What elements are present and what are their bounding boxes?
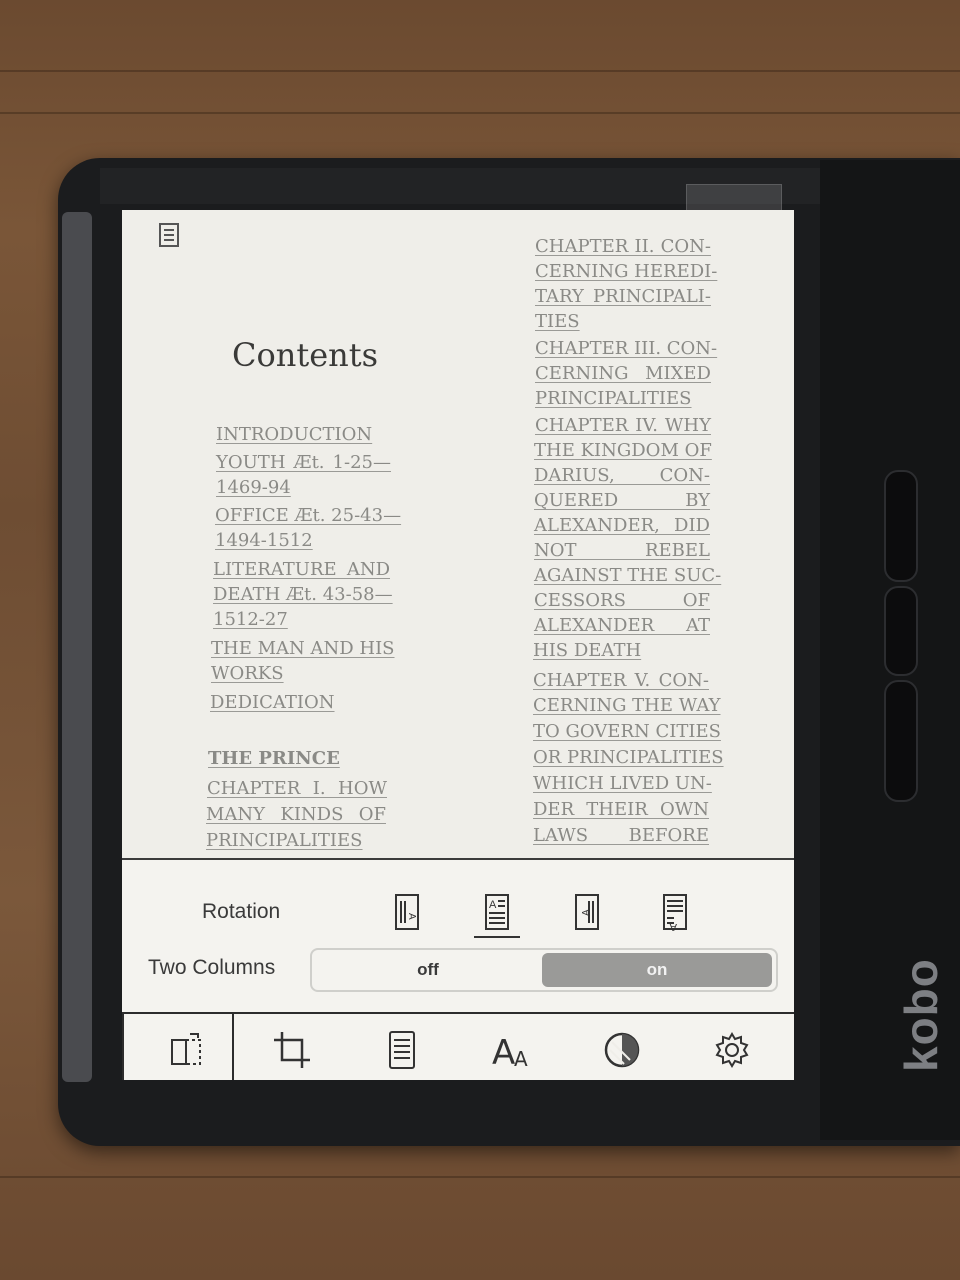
- toc-link[interactable]: CERNING HEREDI-: [535, 259, 717, 284]
- toc-link[interactable]: CESSORS OF: [534, 588, 710, 613]
- ereader-screen: Contents INTRODUCTION YOUTH Æt. 1-25— 1469…: [122, 210, 794, 1080]
- settings-gear-icon: [715, 1032, 749, 1068]
- svg-text:A: A: [581, 909, 592, 916]
- toc-link[interactable]: 1469-94: [216, 475, 291, 500]
- portrait-left-icon: A: [395, 894, 419, 930]
- toc-link[interactable]: HIS DEATH: [533, 638, 641, 663]
- page-title: Contents: [232, 336, 379, 374]
- toc-link[interactable]: TO GOVERN CITIES: [533, 719, 721, 744]
- contrast-icon: [604, 1032, 640, 1068]
- toc-link[interactable]: INTRODUCTION: [216, 422, 372, 447]
- table-of-contents-icon[interactable]: [158, 222, 180, 248]
- toc-link[interactable]: MANY KINDS OF: [206, 802, 386, 827]
- crop-icon: [274, 1032, 310, 1068]
- svg-text:A: A: [406, 913, 417, 920]
- toc-link[interactable]: TIES: [535, 309, 580, 334]
- rotation-label: Rotation: [202, 900, 281, 923]
- portrait-flipped-icon: A: [663, 894, 687, 931]
- cover-edge: [62, 212, 92, 1082]
- svg-text:A: A: [489, 899, 497, 911]
- tab-font[interactable]: A A: [482, 1022, 542, 1078]
- toc-link[interactable]: CHAPTER II. CON-: [535, 234, 711, 259]
- toc-link[interactable]: OFFICE Æt. 25-43—: [215, 503, 401, 528]
- page-back-button[interactable]: [884, 680, 918, 802]
- toc-link[interactable]: ALEXANDER AT: [534, 613, 710, 638]
- toc-link[interactable]: CHAPTER IV. WHY: [535, 413, 711, 438]
- two-columns-toggle[interactable]: off on: [310, 948, 778, 992]
- toc-link[interactable]: OR PRINCIPALITIES: [533, 745, 724, 770]
- toc-link[interactable]: CHAPTER III. CON-: [535, 336, 717, 361]
- portrait-right-icon: A: [575, 894, 599, 930]
- kobo-logo: kobo: [895, 958, 947, 1072]
- rotation-option-1[interactable]: A: [384, 888, 430, 936]
- toc-link[interactable]: CHAPTER I. HOW: [207, 776, 387, 801]
- rotation-option-3[interactable]: A: [564, 888, 610, 936]
- rotation-option-4[interactable]: A: [652, 888, 698, 936]
- svg-text:A: A: [514, 1047, 528, 1070]
- toc-link[interactable]: DARIUS, CON-: [534, 463, 710, 488]
- toggle-off-option[interactable]: off: [312, 950, 544, 990]
- toc-link[interactable]: PRINCIPALITIES: [535, 386, 692, 411]
- toc-link[interactable]: THE KINGDOM OF: [534, 438, 712, 463]
- screen-protector-tape: [686, 184, 782, 212]
- orientation-icon: [171, 1033, 201, 1065]
- toc-link[interactable]: LAWS BEFORE: [533, 823, 709, 848]
- two-columns-label: Two Columns: [148, 956, 276, 979]
- toc-link[interactable]: CHAPTER V. CON-: [533, 668, 709, 693]
- toc-link[interactable]: LITERATURE AND: [213, 557, 390, 582]
- toc-link[interactable]: THE MAN AND HIS: [211, 636, 395, 661]
- toc-link[interactable]: DEDICATION: [210, 690, 335, 715]
- settings-tab-bar: A A: [122, 1012, 794, 1080]
- toc-link[interactable]: CERNING THE WAY: [533, 693, 721, 718]
- portrait-icon: A: [485, 894, 509, 930]
- toc-link[interactable]: WORKS: [211, 661, 284, 686]
- tab-settings[interactable]: [702, 1022, 762, 1078]
- tab-contrast[interactable]: [592, 1022, 652, 1078]
- toc-link[interactable]: DER THEIR OWN: [533, 797, 709, 822]
- toc-link[interactable]: THE PRINCE: [208, 746, 340, 771]
- svg-text:A: A: [669, 921, 677, 931]
- toc-link[interactable]: 1512-27: [213, 607, 288, 632]
- tab-page-layout[interactable]: [372, 1022, 432, 1078]
- toc-link[interactable]: AGAINST THE SUC-: [534, 563, 721, 588]
- toc-link[interactable]: ALEXANDER, DID: [534, 513, 710, 538]
- toc-link[interactable]: CERNING MIXED: [535, 361, 711, 386]
- page-layout-icon: [389, 1031, 415, 1069]
- toc-link[interactable]: WHICH LIVED UN-: [533, 771, 712, 796]
- hardware-button-middle[interactable]: [884, 586, 918, 676]
- svg-text:A: A: [492, 1033, 515, 1070]
- toc-link[interactable]: PRINCIPALITIES: [206, 828, 363, 853]
- toc-link[interactable]: YOUTH Æt. 1-25—: [216, 450, 391, 475]
- toc-link[interactable]: 1494-1512: [215, 528, 313, 553]
- rotation-option-2[interactable]: A: [474, 888, 520, 938]
- toc-link[interactable]: TARY PRINCIPALI-: [535, 284, 711, 309]
- page-forward-button[interactable]: [884, 470, 918, 582]
- tab-crop[interactable]: [262, 1022, 322, 1078]
- font-size-icon: A A: [492, 1033, 528, 1070]
- reading-settings-panel: Rotation A A A A Two Columns off on A A: [122, 858, 794, 1080]
- toggle-on-option[interactable]: on: [542, 953, 772, 987]
- toc-link[interactable]: QUERED BY: [534, 488, 710, 513]
- toc-link[interactable]: NOT REBEL: [534, 538, 710, 563]
- toc-link[interactable]: DEATH Æt. 43-58—: [213, 582, 393, 607]
- tab-orientation[interactable]: [156, 1022, 216, 1078]
